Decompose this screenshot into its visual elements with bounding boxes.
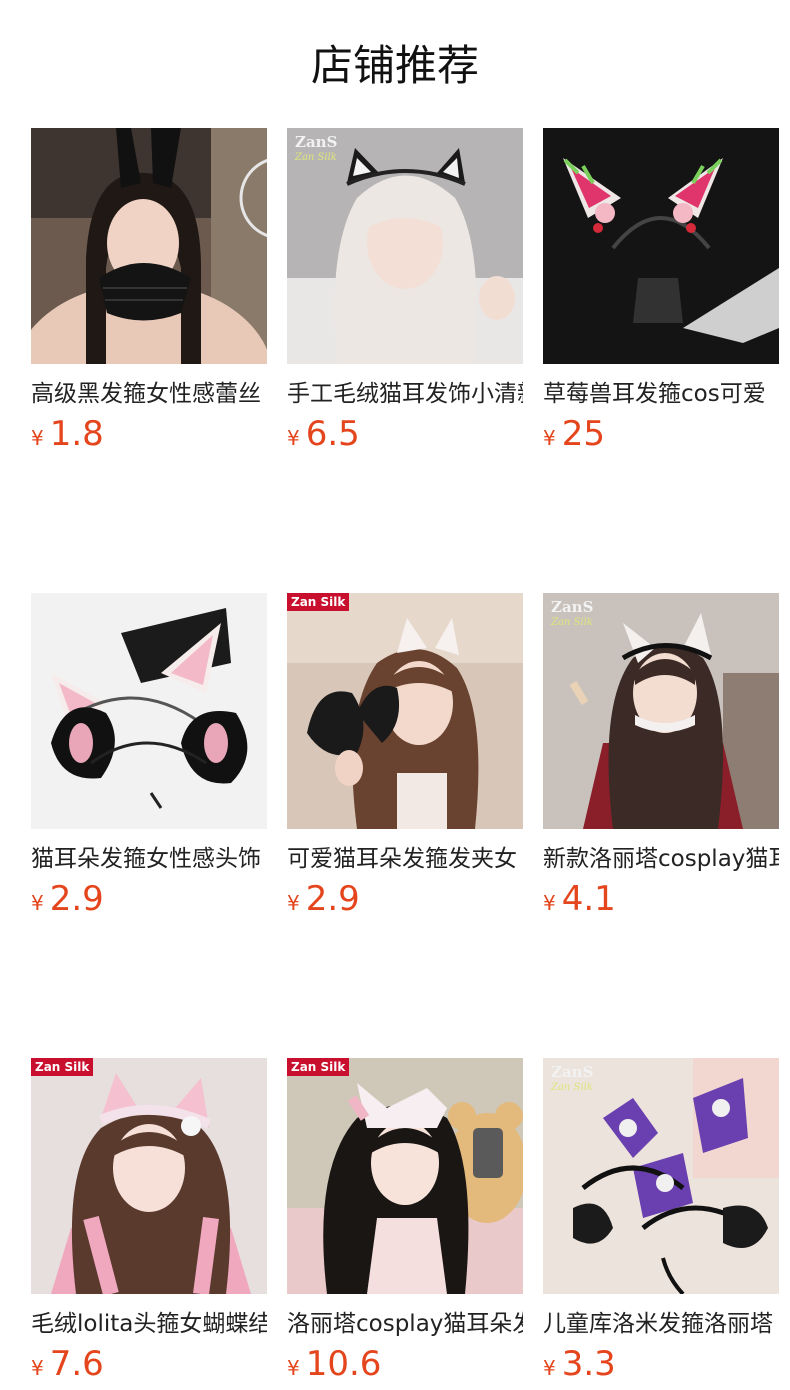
product-name[interactable]: 草莓兽耳发箍cos可爱 xyxy=(543,378,779,410)
watermark-logo: ZanS Zan Silk xyxy=(295,133,338,163)
watermark-logo: ZanS Zan Silk xyxy=(551,598,594,628)
brand-badge: Zan Silk xyxy=(31,1058,94,1076)
product-image[interactable]: ZanS Zan Silk xyxy=(287,128,523,364)
product-photo xyxy=(543,128,779,364)
price-amount: 3.3 xyxy=(561,1344,616,1384)
price-amount: 2.9 xyxy=(49,879,104,919)
product-image[interactable]: Zan Silk xyxy=(287,593,523,829)
product-image[interactable]: Zan Silk xyxy=(31,1058,267,1294)
product-image[interactable] xyxy=(543,128,779,364)
watermark-logo: ZanS Zan Silk xyxy=(551,1063,594,1093)
product-name[interactable]: 高级黑发箍女性感蕾丝 xyxy=(31,378,267,410)
product-price: ¥6.5 xyxy=(287,414,523,460)
product-price: ¥4.1 xyxy=(543,879,779,925)
product-image[interactable] xyxy=(31,128,267,364)
product-card[interactable]: ZanS Zan Silk 儿童库洛米发箍洛丽塔 ¥3.3 xyxy=(543,1058,779,1390)
product-card[interactable]: Zan Silk 可爱猫耳朵发箍发夹女 ¥2.9 xyxy=(287,593,523,925)
price-amount: 1.8 xyxy=(49,414,104,454)
brand-badge: Zan Silk xyxy=(287,1058,350,1076)
currency-symbol: ¥ xyxy=(543,1356,556,1380)
product-card[interactable]: 草莓兽耳发箍cos可爱 ¥25 xyxy=(543,128,779,460)
currency-symbol: ¥ xyxy=(31,891,44,915)
product-grid: 高级黑发箍女性感蕾丝 ¥1.8 ZanS Zan Silk 手工毛绒猫耳发饰小清新 xyxy=(31,128,790,1390)
currency-symbol: ¥ xyxy=(287,891,300,915)
product-name[interactable]: 洛丽塔cosplay猫耳朵发 xyxy=(287,1308,523,1340)
currency-symbol: ¥ xyxy=(31,1356,44,1380)
product-photo xyxy=(31,1058,267,1294)
currency-symbol: ¥ xyxy=(31,426,44,450)
product-card[interactable]: 猫耳朵发箍女性感头饰 ¥2.9 xyxy=(31,593,267,925)
product-card[interactable]: ZanS Zan Silk 新款洛丽塔cosplay猫耳 ¥4.1 xyxy=(543,593,779,925)
product-price: ¥7.6 xyxy=(31,1344,267,1390)
product-name[interactable]: 可爱猫耳朵发箍发夹女 xyxy=(287,843,523,875)
price-amount: 6.5 xyxy=(305,414,360,454)
currency-symbol: ¥ xyxy=(287,1356,300,1380)
product-name[interactable]: 手工毛绒猫耳发饰小清新 xyxy=(287,378,523,410)
product-card[interactable]: Zan Silk 毛绒lolita头箍女蝴蝶结 ¥7.6 xyxy=(31,1058,267,1390)
product-image[interactable]: ZanS Zan Silk xyxy=(543,1058,779,1294)
product-image[interactable]: ZanS Zan Silk xyxy=(543,593,779,829)
product-photo xyxy=(31,128,267,364)
product-name[interactable]: 猫耳朵发箍女性感头饰 xyxy=(31,843,267,875)
product-name[interactable]: 毛绒lolita头箍女蝴蝶结 xyxy=(31,1308,267,1340)
product-name[interactable]: 儿童库洛米发箍洛丽塔 xyxy=(543,1308,779,1340)
currency-symbol: ¥ xyxy=(543,891,556,915)
product-card[interactable]: ZanS Zan Silk 手工毛绒猫耳发饰小清新 ¥6.5 xyxy=(287,128,523,460)
product-card[interactable]: 高级黑发箍女性感蕾丝 ¥1.8 xyxy=(31,128,267,460)
price-amount: 2.9 xyxy=(305,879,360,919)
currency-symbol: ¥ xyxy=(287,426,300,450)
product-photo xyxy=(287,593,523,829)
product-price: ¥3.3 xyxy=(543,1344,779,1390)
price-amount: 25 xyxy=(561,414,605,454)
product-card[interactable]: Zan Silk 洛丽塔cosplay猫耳朵发 ¥10.6 xyxy=(287,1058,523,1390)
product-photo xyxy=(31,593,267,829)
price-amount: 7.6 xyxy=(49,1344,104,1384)
price-amount: 10.6 xyxy=(305,1344,382,1384)
product-name[interactable]: 新款洛丽塔cosplay猫耳 xyxy=(543,843,779,875)
product-image[interactable]: Zan Silk xyxy=(287,1058,523,1294)
product-price: ¥1.8 xyxy=(31,414,267,460)
section-title: 店铺推荐 xyxy=(310,41,479,90)
price-amount: 4.1 xyxy=(561,879,616,919)
product-price: ¥2.9 xyxy=(31,879,267,925)
brand-badge: Zan Silk xyxy=(287,593,350,611)
product-price: ¥2.9 xyxy=(287,879,523,925)
product-price: ¥10.6 xyxy=(287,1344,523,1390)
product-photo xyxy=(287,1058,523,1294)
product-price: ¥25 xyxy=(543,414,779,460)
currency-symbol: ¥ xyxy=(543,426,556,450)
product-image[interactable] xyxy=(31,593,267,829)
